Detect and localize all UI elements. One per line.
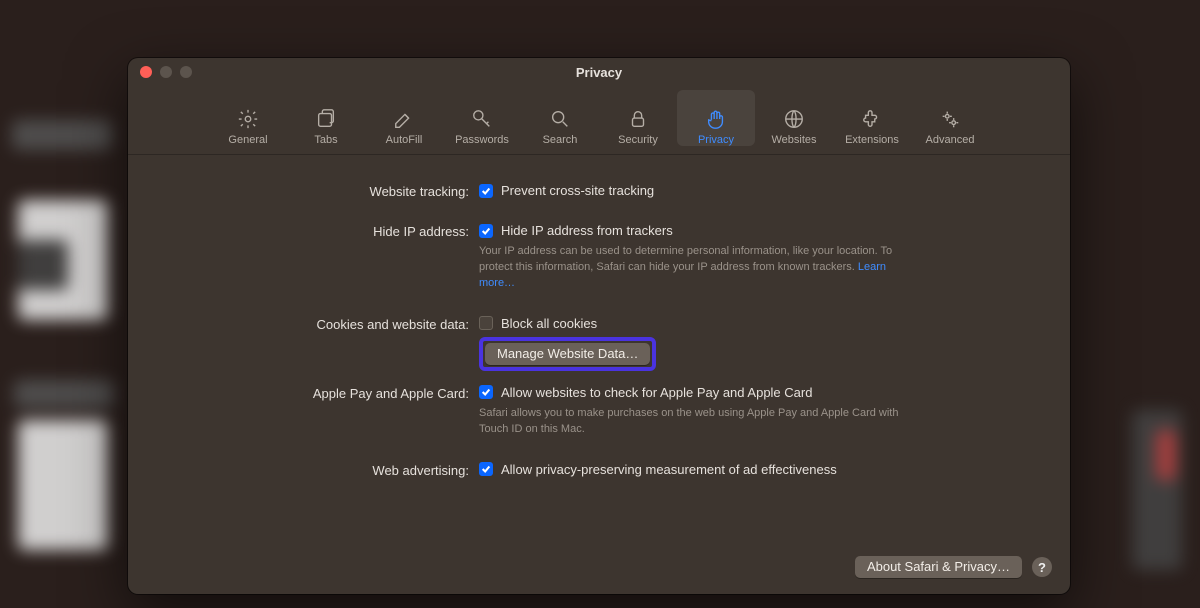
window-title: Privacy (128, 65, 1070, 80)
apple-pay-checkbox[interactable] (479, 385, 493, 399)
web-advertising-checkbox[interactable] (479, 462, 493, 476)
apple-pay-checkbox-label: Allow websites to check for Apple Pay an… (501, 385, 812, 400)
tab-label: AutoFill (386, 134, 423, 146)
gear-icon (237, 108, 259, 130)
tab-autofill[interactable]: AutoFill (365, 90, 443, 146)
prevent-cross-site-tracking-label: Prevent cross-site tracking (501, 183, 654, 198)
hide-ip-checkbox[interactable] (479, 224, 493, 238)
web-advertising-label: Web advertising: (164, 462, 479, 478)
tab-label: Websites (771, 134, 816, 146)
privacy-pane: Website tracking: Prevent cross-site tra… (128, 155, 1070, 556)
web-advertising-checkbox-label: Allow privacy-preserving measurement of … (501, 462, 837, 477)
window-titlebar: Privacy (128, 58, 1070, 86)
tab-general[interactable]: General (209, 90, 287, 146)
help-button[interactable]: ? (1032, 557, 1052, 577)
key-icon (471, 108, 493, 130)
block-cookies-checkbox-label: Block all cookies (501, 316, 597, 331)
tab-label: General (228, 134, 267, 146)
tab-label: Extensions (845, 134, 899, 146)
tab-label: Search (543, 134, 578, 146)
tab-label: Passwords (455, 134, 509, 146)
tab-extensions[interactable]: Extensions (833, 90, 911, 146)
tab-search[interactable]: Search (521, 90, 599, 146)
hide-ip-label: Hide IP address: (164, 223, 479, 239)
tab-passwords[interactable]: Passwords (443, 90, 521, 146)
tab-websites[interactable]: Websites (755, 90, 833, 146)
tabs-icon (315, 108, 337, 130)
tab-advanced[interactable]: Advanced (911, 90, 989, 146)
window-footer: About Safari & Privacy… ? (128, 556, 1070, 594)
preferences-toolbar: General Tabs AutoFill Passwords Search S… (128, 86, 1070, 155)
tab-label: Privacy (698, 134, 734, 146)
tab-tabs[interactable]: Tabs (287, 90, 365, 146)
puzzle-icon (861, 108, 883, 130)
about-safari-privacy-button[interactable]: About Safari & Privacy… (855, 556, 1022, 578)
tab-label: Security (618, 134, 658, 146)
tab-privacy[interactable]: Privacy (677, 90, 755, 146)
cookies-label: Cookies and website data: (164, 316, 479, 332)
preferences-window: Privacy General Tabs AutoFill Passwords … (128, 58, 1070, 594)
gears-icon (939, 108, 961, 130)
manage-website-data-button[interactable]: Manage Website Data… (485, 343, 650, 365)
prevent-cross-site-tracking-checkbox[interactable] (479, 184, 493, 198)
hide-ip-checkbox-label: Hide IP address from trackers (501, 223, 673, 238)
tab-label: Advanced (926, 134, 975, 146)
tab-label: Tabs (314, 134, 337, 146)
block-all-cookies-checkbox[interactable] (479, 316, 493, 330)
website-tracking-label: Website tracking: (164, 183, 479, 199)
apple-pay-label: Apple Pay and Apple Card: (164, 385, 479, 401)
search-icon (549, 108, 571, 130)
apple-pay-help-text: Safari allows you to make purchases on t… (479, 406, 919, 438)
tab-security[interactable]: Security (599, 90, 677, 146)
lock-icon (627, 108, 649, 130)
hide-ip-help-text: Your IP address can be used to determine… (479, 244, 919, 292)
hand-icon (705, 108, 727, 130)
globe-icon (783, 108, 805, 130)
annotation-highlight: Manage Website Data… (479, 337, 656, 371)
pencil-icon (393, 108, 415, 130)
